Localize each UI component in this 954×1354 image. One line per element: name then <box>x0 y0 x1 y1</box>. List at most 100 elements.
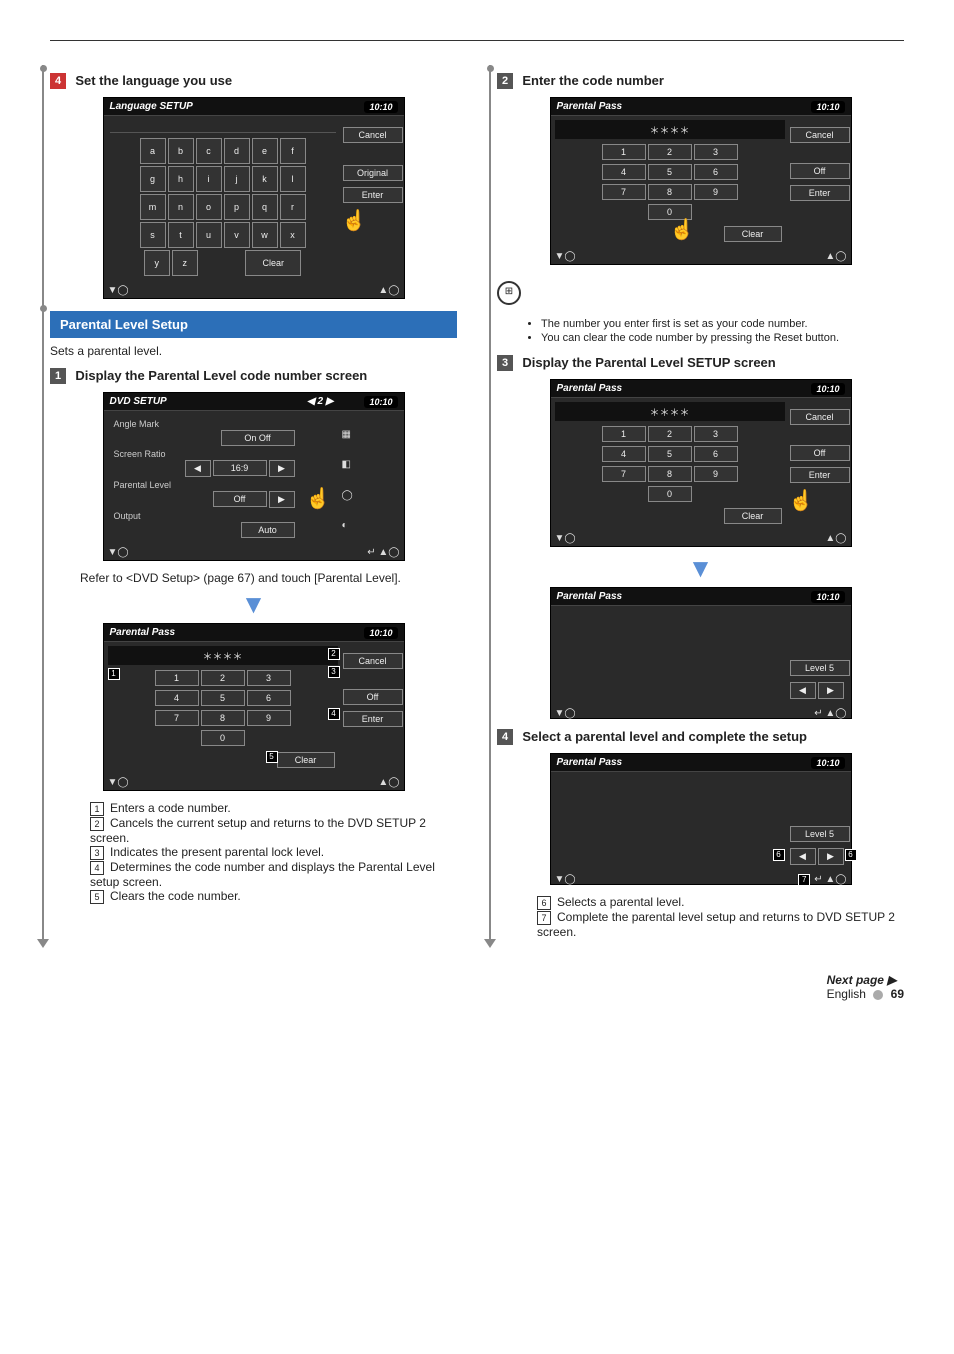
key-x[interactable]: x <box>280 222 306 248</box>
nav-up-icon[interactable]: ▲◯ <box>825 874 846 885</box>
return-icon[interactable]: ↵ <box>814 874 822 885</box>
num-4[interactable]: 4 <box>602 446 646 462</box>
value[interactable]: Auto <box>241 522 295 538</box>
num-3[interactable]: 3 <box>694 144 738 160</box>
clear-button[interactable]: Clear <box>277 752 335 768</box>
nav-up-icon[interactable]: ▲◯ <box>825 251 846 262</box>
cancel-button[interactable]: Cancel <box>790 127 850 143</box>
key-i[interactable]: i <box>196 166 222 192</box>
key-z[interactable]: z <box>172 250 198 276</box>
key-p[interactable]: p <box>224 194 250 220</box>
prev-icon[interactable]: ◀ <box>790 682 816 699</box>
enter-button[interactable]: Enter <box>790 467 850 483</box>
return-icon[interactable]: ↵ <box>814 708 822 719</box>
key-c[interactable]: c <box>196 138 222 164</box>
menu-item[interactable]: Screen Ratio <box>110 447 336 459</box>
nav-down-icon[interactable]: ▼◯ <box>108 285 129 296</box>
num-8[interactable]: 8 <box>648 184 692 200</box>
enter-button[interactable]: Enter <box>790 185 850 201</box>
key-f[interactable]: f <box>280 138 306 164</box>
key-g[interactable]: g <box>140 166 166 192</box>
original-button[interactable]: Original <box>343 165 403 181</box>
side-thumb-icon[interactable]: ◐ <box>342 520 398 531</box>
key-w[interactable]: w <box>252 222 278 248</box>
num-4[interactable]: 4 <box>155 690 199 706</box>
key-t[interactable]: t <box>168 222 194 248</box>
value[interactable]: Off <box>213 491 267 507</box>
nav-up-icon[interactable]: ▲◯ <box>378 777 399 788</box>
key-d[interactable]: d <box>224 138 250 164</box>
cancel-button[interactable]: Cancel <box>343 127 403 143</box>
key-o[interactable]: o <box>196 194 222 220</box>
enter-button[interactable]: Enter <box>343 187 403 203</box>
key-n[interactable]: n <box>168 194 194 220</box>
num-2[interactable]: 2 <box>648 426 692 442</box>
value[interactable]: On Off <box>221 430 295 446</box>
return-icon[interactable]: ↵ <box>367 547 375 558</box>
next-icon[interactable]: ▶ <box>818 848 844 865</box>
nav-down-icon[interactable]: ▼◯ <box>108 547 129 558</box>
clear-button[interactable]: Clear <box>724 508 782 524</box>
off-button[interactable]: Off <box>790 163 850 179</box>
num-3[interactable]: 3 <box>247 670 291 686</box>
nav-down-icon[interactable]: ▼◯ <box>555 708 576 719</box>
nav-up-icon[interactable]: ▲◯ <box>825 708 846 719</box>
cancel-button[interactable]: Cancel <box>343 653 403 669</box>
num-8[interactable]: 8 <box>648 466 692 482</box>
nav-down-icon[interactable]: ▼◯ <box>555 533 576 544</box>
key-a[interactable]: a <box>140 138 166 164</box>
key-h[interactable]: h <box>168 166 194 192</box>
num-1[interactable]: 1 <box>602 426 646 442</box>
num-9[interactable]: 9 <box>694 184 738 200</box>
num-8[interactable]: 8 <box>201 710 245 726</box>
key-r[interactable]: r <box>280 194 306 220</box>
num-6[interactable]: 6 <box>247 690 291 706</box>
cancel-button[interactable]: Cancel <box>790 409 850 425</box>
key-k[interactable]: k <box>252 166 278 192</box>
menu-item[interactable]: Angle Mark <box>110 417 336 429</box>
num-7[interactable]: 7 <box>602 466 646 482</box>
nav-down-icon[interactable]: ▼◯ <box>555 874 576 885</box>
key-e[interactable]: e <box>252 138 278 164</box>
next-icon[interactable]: ▶ <box>269 460 295 477</box>
num-5[interactable]: 5 <box>648 446 692 462</box>
key-l[interactable]: l <box>280 166 306 192</box>
num-1[interactable]: 1 <box>155 670 199 686</box>
num-6[interactable]: 6 <box>694 446 738 462</box>
num-9[interactable]: 9 <box>247 710 291 726</box>
nav-up-icon[interactable]: ▲◯ <box>825 533 846 544</box>
prev-icon[interactable]: ◀ <box>185 460 211 477</box>
num-5[interactable]: 5 <box>201 690 245 706</box>
num-4[interactable]: 4 <box>602 164 646 180</box>
key-s[interactable]: s <box>140 222 166 248</box>
num-1[interactable]: 1 <box>602 144 646 160</box>
nav-up-icon[interactable]: ▲◯ <box>378 547 399 558</box>
key-m[interactable]: m <box>140 194 166 220</box>
num-3[interactable]: 3 <box>694 426 738 442</box>
side-thumb-icon[interactable]: ▦ <box>342 429 398 440</box>
menu-item[interactable]: Parental Level <box>110 478 336 490</box>
num-0[interactable]: 0 <box>201 730 245 746</box>
num-7[interactable]: 7 <box>602 184 646 200</box>
prev-icon[interactable]: ◀ <box>790 848 816 865</box>
num-9[interactable]: 9 <box>694 466 738 482</box>
num-6[interactable]: 6 <box>694 164 738 180</box>
next-icon[interactable]: ▶ <box>818 682 844 699</box>
menu-item[interactable]: Output <box>110 509 336 521</box>
enter-button[interactable]: Enter <box>343 711 403 727</box>
clear-button[interactable]: Clear <box>245 250 301 276</box>
side-thumb-icon[interactable]: ◧ <box>342 459 398 470</box>
side-thumb-icon[interactable]: ◯ <box>342 490 398 501</box>
key-y[interactable]: y <box>144 250 170 276</box>
num-0[interactable]: 0 <box>648 486 692 502</box>
num-5[interactable]: 5 <box>648 164 692 180</box>
key-q[interactable]: q <box>252 194 278 220</box>
clear-button[interactable]: Clear <box>724 226 782 242</box>
num-2[interactable]: 2 <box>648 144 692 160</box>
nav-down-icon[interactable]: ▼◯ <box>108 777 129 788</box>
key-u[interactable]: u <box>196 222 222 248</box>
key-v[interactable]: v <box>224 222 250 248</box>
num-7[interactable]: 7 <box>155 710 199 726</box>
nav-down-icon[interactable]: ▼◯ <box>555 251 576 262</box>
nav-up-icon[interactable]: ▲◯ <box>378 285 399 296</box>
